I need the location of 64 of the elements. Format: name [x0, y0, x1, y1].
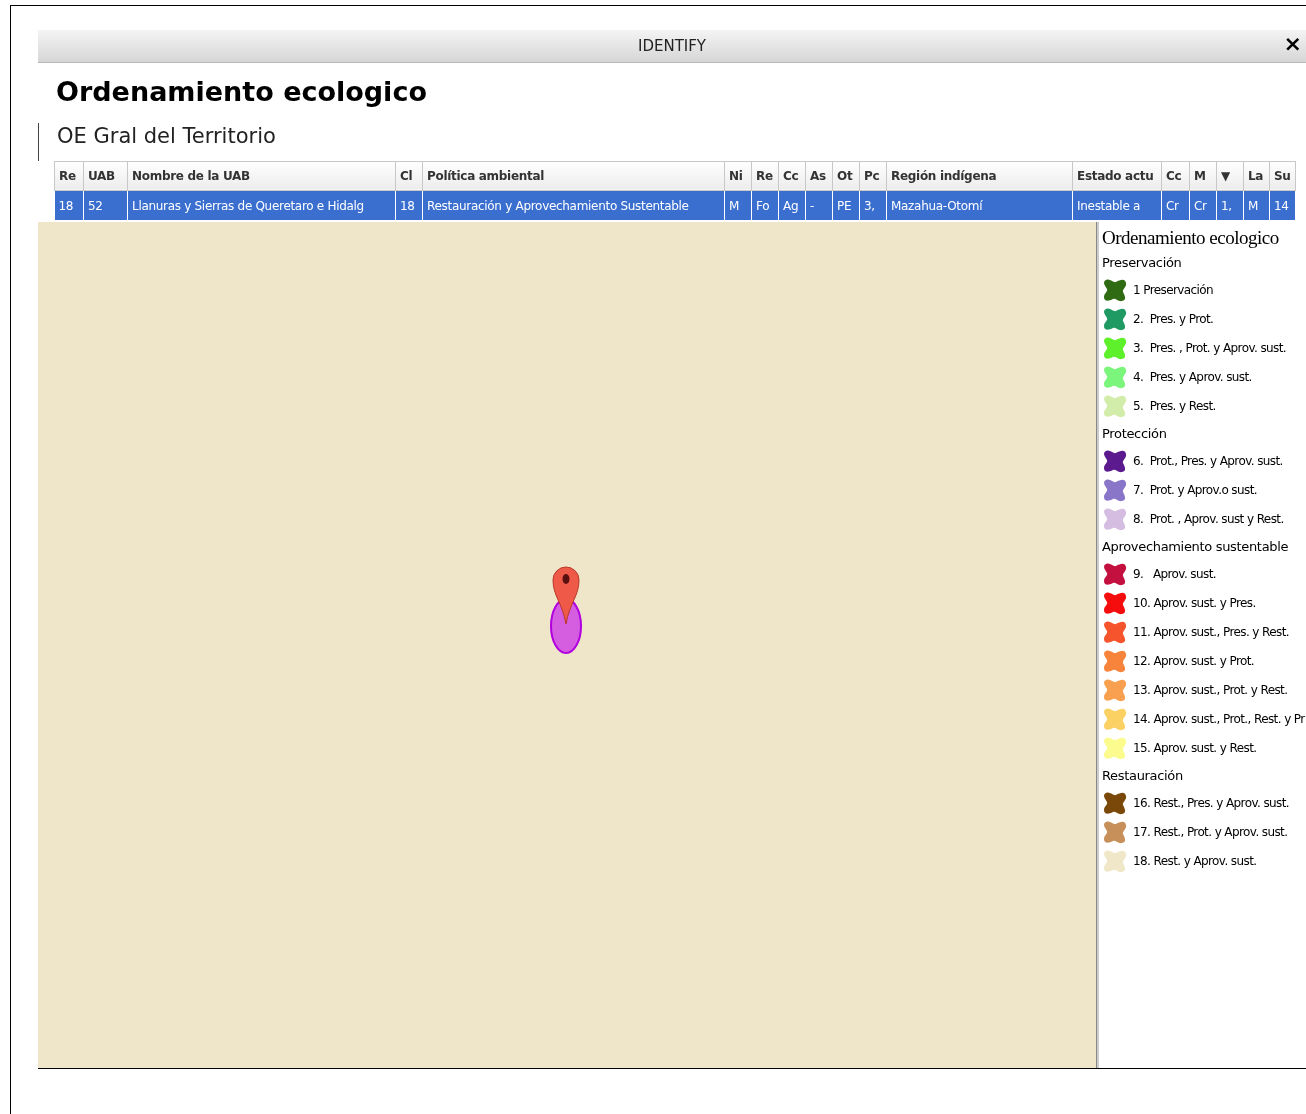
table-cell: 52: [83, 190, 128, 221]
column-header[interactable]: Nombre de la UAB: [127, 161, 396, 191]
legend-label: 9. Aprov. sust.: [1133, 566, 1216, 583]
legend-group-title: Preservación: [1102, 253, 1183, 272]
legend-title: Ordenamiento ecologico: [1102, 225, 1280, 250]
table-cell: 18: [395, 190, 423, 221]
close-button[interactable]: ×: [1283, 33, 1302, 55]
legend-label: 8. Prot. , Aprov. sust y Rest.: [1133, 511, 1284, 528]
table-cell: 14: [1269, 190, 1296, 221]
legend-group-title: Aprovechamiento sustentable: [1102, 537, 1290, 556]
legend-label: 7. Prot. y Aprov.o sust.: [1133, 482, 1257, 499]
legend-group-title: Restauración: [1102, 766, 1184, 785]
legend-label: 15. Aprov. sust. y Rest.: [1133, 740, 1257, 757]
table-cell: Llanuras y Sierras de Queretaro e Hidalg: [127, 190, 396, 221]
table-cell: Cr: [1189, 190, 1217, 221]
legend-label: 17. Rest., Prot. y Aprov. sust.: [1133, 824, 1288, 841]
column-header[interactable]: Cl: [395, 161, 423, 191]
column-header[interactable]: Ni: [724, 161, 752, 191]
column-header[interactable]: Cc: [778, 161, 806, 191]
column-header[interactable]: Política ambiental: [422, 161, 725, 191]
column-header[interactable]: Estado actu: [1072, 161, 1162, 191]
table-cell: 3,: [859, 190, 887, 221]
page-heading: Ordenamiento ecologico: [56, 75, 428, 109]
legend-label: 13. Aprov. sust., Prot. y Rest.: [1133, 682, 1288, 699]
table-cell: 18: [54, 190, 84, 221]
column-header[interactable]: Re: [54, 161, 84, 191]
legend-label: 11. Aprov. sust., Pres. y Rest.: [1133, 624, 1290, 641]
legend-label: 18. Rest. y Aprov. sust.: [1133, 853, 1257, 870]
table-cell: Ag: [778, 190, 806, 221]
column-header[interactable]: M: [1189, 161, 1217, 191]
table-cell: Inestable a: [1072, 190, 1162, 221]
table-cell: Fo: [751, 190, 779, 221]
column-header[interactable]: Ot: [832, 161, 860, 191]
legend-label: 3. Pres. , Prot. y Aprov. sust.: [1133, 340, 1287, 357]
legend-label: 1 Preservación: [1133, 282, 1214, 299]
table-cell: -: [805, 190, 833, 221]
column-header[interactable]: La: [1243, 161, 1270, 191]
legend-label: 4. Pres. y Aprov. sust.: [1133, 369, 1252, 386]
table-cell: M: [724, 190, 752, 221]
column-header[interactable]: Su: [1269, 161, 1296, 191]
table-cell: Mazahua-Otomí: [886, 190, 1073, 221]
table-cell: Restauración y Aprovechamiento Sustentable: [422, 190, 725, 221]
legend-group-title: Protección: [1102, 424, 1168, 443]
window-title: IDENTIFY: [637, 35, 707, 57]
section-title: OE Gral del Territorio: [57, 122, 277, 149]
legend-label: 5. Pres. y Rest.: [1133, 398, 1216, 415]
column-header[interactable]: Región indígena: [886, 161, 1073, 191]
table-cell: PE: [832, 190, 860, 221]
table-cell: Cr: [1161, 190, 1190, 221]
legend-label: 14. Aprov. sust., Prot., Rest. y Pr: [1133, 711, 1305, 728]
column-header[interactable]: As: [805, 161, 833, 191]
legend-label: 16. Rest., Pres. y Aprov. sust.: [1133, 795, 1290, 812]
column-header[interactable]: Re: [751, 161, 779, 191]
table-row[interactable]: 18 52 Llanuras y Sierras de Queretaro e Hidalg 18 Restauración y Aprovechamiento Sustentable M Fo Ag - PE 3, Mazahua-Otomí Inestable a Cr Cr 1, M 14: [54, 190, 1296, 221]
column-header[interactable]: Cc: [1161, 161, 1190, 191]
legend-label: 12. Aprov. sust. y Prot.: [1133, 653, 1255, 670]
legend-label: 2. Pres. y Prot.: [1133, 311, 1214, 328]
column-header[interactable]: Pc: [859, 161, 887, 191]
column-header[interactable]: ▼: [1216, 161, 1244, 191]
table-cell: M: [1243, 190, 1270, 221]
column-header[interactable]: UAB: [83, 161, 128, 191]
table-cell: 1,: [1216, 190, 1244, 221]
legend-label: 6. Prot., Pres. y Aprov. sust.: [1133, 453, 1283, 470]
legend-label: 10. Aprov. sust. y Pres.: [1133, 595, 1256, 612]
